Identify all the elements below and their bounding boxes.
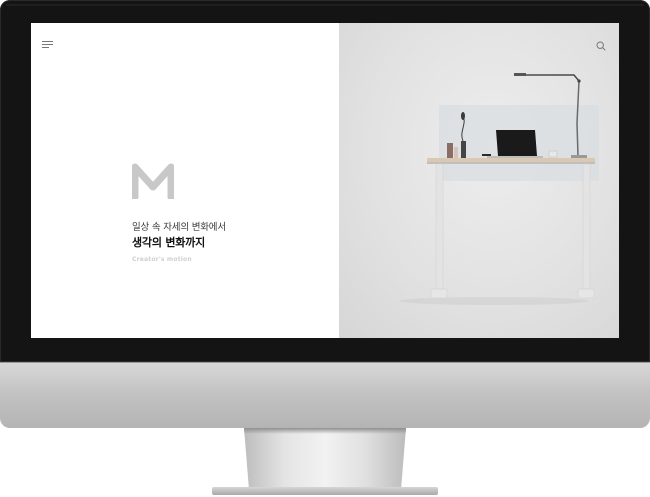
hero-text-panel: 일상 속 자세의 변화에서 생각의 변화까지 Creator's motion [31,23,339,338]
monitor-seam [0,362,650,363]
monitor-screen: 일상 속 자세의 변화에서 생각의 변화까지 Creator's motion [31,23,619,338]
monitor-stand-shadow [244,428,406,434]
monitor-stand-neck [244,428,406,488]
product-image-panel [339,23,619,338]
m-logo-icon [132,163,174,199]
hero-headline: 생각의 변화까지 [132,236,206,249]
hero-subtitle: 일상 속 자세의 변화에서 [132,222,226,233]
search-icon[interactable] [596,41,606,51]
monitor-chin [0,362,650,428]
monitor-stand-foot [212,487,438,495]
hamburger-menu-icon[interactable] [42,41,53,49]
standing-desk-image [399,73,599,305]
hero-tagline: Creator's motion [132,256,192,263]
